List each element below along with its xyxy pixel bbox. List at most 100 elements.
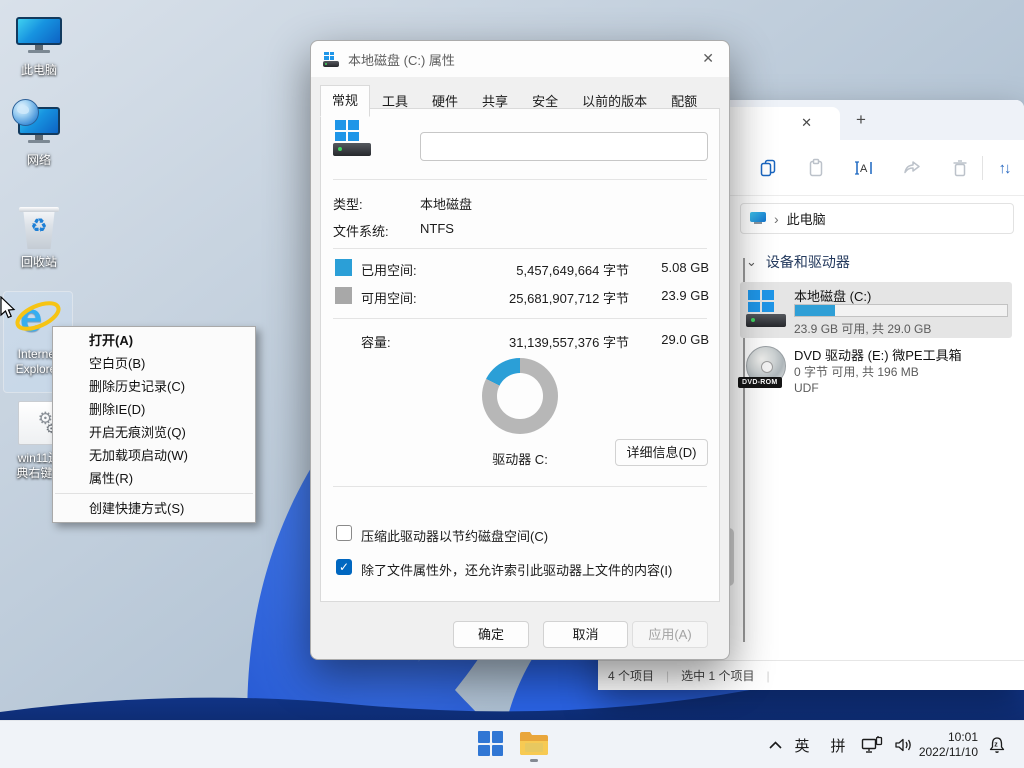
drive-item-dvd[interactable]: DVD-ROM DVD 驱动器 (E:) 微PE工具箱 0 字节 可用, 共 1… bbox=[740, 344, 1012, 404]
type-value: 本地磁盘 bbox=[420, 194, 472, 213]
svg-text:A: A bbox=[860, 163, 868, 175]
running-app-indicator bbox=[530, 759, 538, 762]
context-menu: 打开(A) 空白页(B) 删除历史记录(C) 删除IE(D) 开启无痕浏览(Q)… bbox=[52, 326, 256, 523]
close-icon[interactable]: ✕ bbox=[702, 50, 714, 67]
copy-icon[interactable] bbox=[756, 156, 780, 180]
free-space-bytes: 25,681,907,712 字节 bbox=[439, 288, 629, 307]
tray-chevron-up-icon[interactable] bbox=[762, 721, 788, 768]
this-pc-icon bbox=[5, 10, 73, 60]
chevron-right-icon: › bbox=[774, 211, 779, 227]
tab-quota[interactable]: 配额 bbox=[659, 86, 709, 116]
used-space-legend-swatch bbox=[335, 259, 352, 276]
apply-button[interactable]: 应用(A) bbox=[632, 621, 708, 648]
dvd-rom-badge: DVD-ROM bbox=[738, 377, 782, 388]
paste-icon[interactable] bbox=[804, 156, 828, 180]
network-icon[interactable] bbox=[858, 721, 886, 768]
toolbar-separator bbox=[982, 156, 983, 180]
drive-caption: 23.9 GB 可用, 共 29.0 GB bbox=[794, 320, 931, 337]
volume-icon[interactable] bbox=[890, 721, 918, 768]
dialog-title-bar[interactable]: 本地磁盘 (C:) 属性 ✕ bbox=[311, 41, 729, 77]
ime-mode-indicator[interactable]: 拼 bbox=[824, 721, 852, 768]
index-checkbox[interactable]: ✓ bbox=[336, 559, 352, 575]
notification-bell-icon[interactable]: z bbox=[982, 721, 1012, 768]
drive-letter-caption: 驱动器 C: bbox=[440, 449, 600, 468]
status-divider: | bbox=[666, 669, 669, 683]
details-button[interactable]: 详细信息(D) bbox=[615, 439, 708, 466]
tab-sharing[interactable]: 共享 bbox=[470, 86, 520, 116]
compress-checkbox-label[interactable]: 压缩此驱动器以节约磁盘空间(C) bbox=[361, 526, 548, 545]
desktop-icon-recycle-bin[interactable]: ♻ 回收站 bbox=[5, 202, 73, 270]
filesystem-value: NTFS bbox=[420, 221, 454, 236]
network-icon bbox=[5, 100, 73, 150]
desktop-icon-label: 网络 bbox=[5, 153, 73, 168]
divider bbox=[333, 179, 707, 180]
clock-time: 10:01 bbox=[948, 730, 978, 745]
item-count: 4 个项目 bbox=[608, 667, 654, 684]
rename-icon[interactable]: A bbox=[852, 156, 876, 180]
status-divider: | bbox=[766, 669, 769, 683]
breadcrumb[interactable]: › 此电脑 bbox=[740, 203, 1014, 234]
capacity-bytes: 31,139,557,376 字节 bbox=[439, 332, 629, 351]
used-space-size: 5.08 GB bbox=[639, 260, 709, 275]
recycle-bin-icon: ♻ bbox=[5, 202, 73, 252]
share-icon[interactable] bbox=[900, 156, 924, 180]
this-pc-mini-icon bbox=[750, 212, 766, 225]
tab-tools[interactable]: 工具 bbox=[370, 86, 420, 116]
section-header-devices[interactable]: ⌄ 设备和驱动器 bbox=[746, 252, 850, 272]
clock-date: 2022/11/10 bbox=[919, 745, 978, 760]
used-space-label: 已用空间: bbox=[361, 260, 417, 279]
drive-icon-large bbox=[333, 120, 371, 157]
file-explorer-taskbar-icon[interactable] bbox=[519, 729, 549, 757]
free-space-legend-swatch bbox=[335, 287, 352, 304]
new-tab-button[interactable]: + bbox=[856, 110, 866, 130]
free-space-size: 23.9 GB bbox=[639, 288, 709, 303]
start-button[interactable] bbox=[478, 731, 503, 756]
tab-previous-versions[interactable]: 以前的版本 bbox=[570, 86, 659, 116]
local-disk-icon bbox=[746, 290, 786, 328]
delete-icon[interactable] bbox=[948, 156, 972, 180]
index-checkbox-label[interactable]: 除了文件属性外，还允许索引此驱动器上文件的内容(I) bbox=[361, 560, 672, 579]
dialog-drive-icon bbox=[323, 52, 339, 67]
drive-name: 本地磁盘 (C:) bbox=[794, 286, 871, 305]
menu-item-no-addons[interactable]: 无加载项启动(W) bbox=[53, 444, 255, 467]
cancel-button[interactable]: 取消 bbox=[543, 621, 628, 648]
volume-label-input[interactable] bbox=[420, 132, 708, 161]
filesystem-label: 文件系统: bbox=[333, 221, 389, 240]
status-bar: 4 个项目 | 选中 1 个项目 | bbox=[598, 660, 1024, 690]
desktop: 此电脑 网络 ♻ 回收站 e Internet Explorer ⚙⚙ win1… bbox=[0, 0, 1024, 768]
sort-icon[interactable]: ↑↓ bbox=[992, 156, 1016, 180]
drive-item-c[interactable]: 本地磁盘 (C:) 23.9 GB 可用, 共 29.0 GB bbox=[740, 282, 1012, 338]
menu-item-blank-page[interactable]: 空白页(B) bbox=[53, 352, 255, 375]
menu-separator bbox=[55, 493, 253, 494]
tab-hardware[interactable]: 硬件 bbox=[420, 86, 470, 116]
dvd-name: DVD 驱动器 (E:) 微PE工具箱 bbox=[794, 345, 962, 364]
mouse-cursor bbox=[0, 296, 18, 320]
menu-item-create-shortcut[interactable]: 创建快捷方式(S) bbox=[53, 497, 255, 520]
menu-item-delete-history[interactable]: 删除历史记录(C) bbox=[53, 375, 255, 398]
dialog-tabs: 常规 工具 硬件 共享 安全 以前的版本 配额 bbox=[320, 85, 709, 116]
ok-button[interactable]: 确定 bbox=[453, 621, 529, 648]
breadcrumb-location[interactable]: 此电脑 bbox=[787, 209, 826, 228]
ime-language-indicator[interactable]: 英 bbox=[788, 721, 816, 768]
compress-checkbox[interactable]: ✓ bbox=[336, 525, 352, 541]
taskbar-clock[interactable]: 10:01 2022/11/10 bbox=[919, 721, 978, 768]
type-label: 类型: bbox=[333, 194, 363, 213]
capacity-size: 29.0 GB bbox=[639, 332, 709, 347]
desktop-icon-network[interactable]: 网络 bbox=[5, 100, 73, 168]
menu-item-open[interactable]: 打开(A) bbox=[53, 329, 255, 352]
capacity-bar bbox=[794, 304, 1008, 317]
divider bbox=[333, 318, 707, 319]
capacity-label: 容量: bbox=[361, 332, 391, 351]
dvd-caption: 0 字节 可用, 共 196 MB bbox=[794, 363, 919, 380]
tab-general[interactable]: 常规 bbox=[320, 85, 370, 117]
desktop-icon-this-pc[interactable]: 此电脑 bbox=[5, 10, 73, 78]
menu-item-inprivate[interactable]: 开启无痕浏览(Q) bbox=[53, 421, 255, 444]
taskbar: 英 拼 10:01 2022/11/10 z bbox=[0, 720, 1024, 768]
menu-item-delete-ie[interactable]: 删除IE(D) bbox=[53, 398, 255, 421]
tab-close-icon[interactable]: ✕ bbox=[801, 115, 812, 131]
svg-text:z: z bbox=[994, 742, 998, 749]
divider bbox=[333, 248, 707, 249]
menu-item-properties[interactable]: 属性(R) bbox=[53, 467, 255, 490]
tab-security[interactable]: 安全 bbox=[520, 86, 570, 116]
desktop-icon-label: 回收站 bbox=[5, 255, 73, 270]
